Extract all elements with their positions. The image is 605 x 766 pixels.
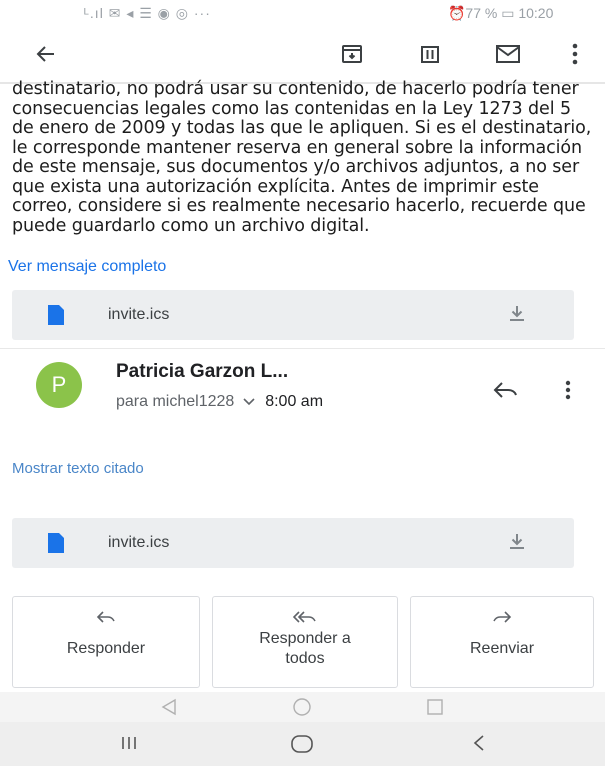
status-icons-left: ᴸ.ıl ✉ ◂ ☰ ◉ ◎ ···: [84, 5, 211, 21]
reply-all-label-line1: Responder a: [259, 630, 351, 647]
sender-avatar: P: [36, 362, 82, 408]
toolbar: [0, 26, 605, 84]
attachment-invite-ics-2[interactable]: invite.ics: [12, 518, 574, 568]
show-quoted-text-link[interactable]: Mostrar texto citado: [12, 460, 144, 477]
message-body-text: destinatario, no podrá usar su contenido…: [12, 79, 592, 236]
nav-recents-lines-icon[interactable]: [120, 736, 138, 755]
nav-bar-system: [0, 722, 605, 766]
status-bar: ᴸ.ıl ✉ ◂ ☰ ◉ ◎ ··· ⏰77 % ▭ 10:20: [0, 0, 605, 26]
forward-label: Reenviar: [469, 640, 535, 657]
nav-home-icon[interactable]: [292, 697, 312, 722]
trash-icon[interactable]: [410, 34, 450, 74]
reply-all-label-line2: todos: [285, 650, 325, 667]
reply-icon[interactable]: [492, 380, 518, 405]
nav-home-pill-icon[interactable]: [290, 734, 314, 759]
message-more-icon[interactable]: [565, 380, 571, 405]
attachment-name: invite.ics: [108, 534, 170, 551]
nav-back-chevron-icon[interactable]: [472, 734, 486, 757]
sender-name[interactable]: Patricia Garzon L...: [116, 361, 288, 383]
envelope-icon[interactable]: [488, 34, 528, 74]
download-icon[interactable]: [508, 305, 526, 328]
reply-all-button[interactable]: Responder a todos: [212, 596, 398, 688]
forward-button[interactable]: Reenviar: [410, 596, 594, 688]
message-time: 8:00 am: [265, 393, 324, 410]
nav-recents-icon[interactable]: [426, 698, 444, 721]
nav-bar-primary: [0, 692, 605, 722]
nav-back-icon[interactable]: [160, 698, 178, 721]
reply-label: Responder: [66, 640, 146, 657]
attachment-invite-ics[interactable]: invite.ics: [12, 290, 574, 340]
recipient-text: para michel1228: [116, 393, 235, 410]
arrow-left-icon[interactable]: [26, 34, 66, 74]
download-icon[interactable]: [508, 533, 526, 556]
more-vert-icon[interactable]: [560, 34, 590, 74]
reply-all-icon: [213, 611, 397, 625]
recipient-line[interactable]: para michel1228 8:00 am: [116, 393, 323, 411]
forward-icon: [411, 611, 593, 625]
file-icon: [48, 305, 64, 330]
file-icon: [48, 533, 64, 558]
attachment-name: invite.ics: [108, 306, 170, 323]
view-full-message-link[interactable]: Ver mensaje completo: [8, 258, 166, 276]
reply-button[interactable]: Responder: [12, 596, 200, 688]
chevron-down-icon[interactable]: [243, 393, 259, 410]
status-battery-time: ⏰77 % ▭ 10:20: [448, 5, 554, 21]
archive-icon[interactable]: [332, 34, 372, 74]
reply-icon: [13, 611, 199, 625]
divider: [0, 348, 605, 349]
